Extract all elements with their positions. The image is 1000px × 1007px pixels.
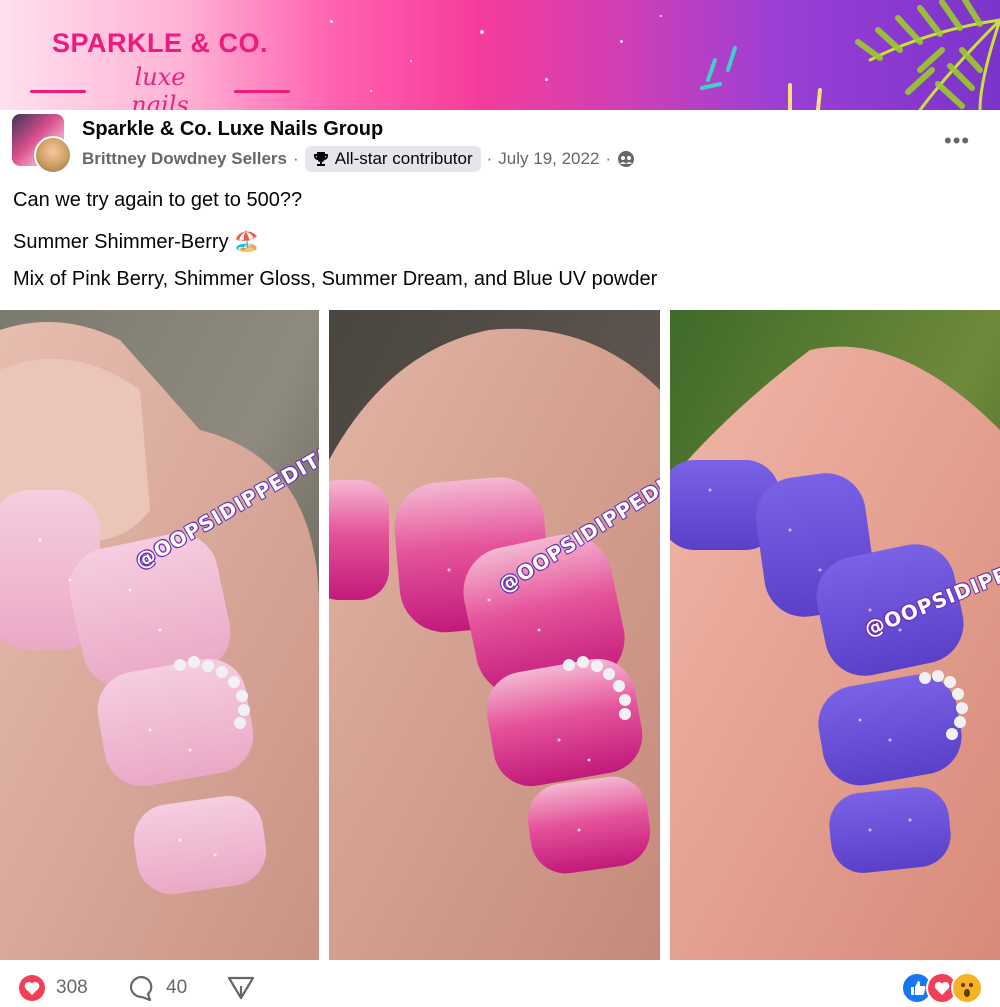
brand-subtitle: luxe nails (131, 63, 189, 110)
sparkle-dot (660, 15, 662, 17)
wow-reaction-icon[interactable] (951, 972, 983, 1004)
sparkle-dot (620, 40, 623, 43)
contributor-badge[interactable]: All-star contributor (304, 146, 481, 172)
trophy-icon (313, 152, 328, 166)
post-photo-2[interactable]: @OOPSIDIPPEDITAGAIN (329, 310, 660, 960)
badge-label: All-star contributor (334, 149, 473, 168)
author-name-link[interactable]: Brittney Dowdney Sellers (82, 149, 287, 169)
group-cover-banner[interactable]: SPARKLE & CO. luxe nails (0, 0, 1000, 110)
sparkle-dot (330, 20, 333, 23)
sparkle-dot (370, 90, 372, 92)
more-options-button[interactable]: ••• (944, 128, 970, 154)
group-members-icon[interactable] (617, 150, 635, 168)
brand-divider (234, 89, 290, 93)
post-text-line: Mix of Pink Berry, Shimmer Gloss, Summer… (13, 268, 658, 290)
share-icon (227, 976, 255, 1000)
comment-icon (129, 975, 153, 1002)
palm-leaf-decoration (700, 0, 1000, 110)
post-photo-3[interactable]: @OOPSIDIPPEDITAGAIN (670, 310, 1000, 960)
post-date-link[interactable]: July 19, 2022 (498, 149, 599, 169)
heart-icon (19, 975, 45, 1001)
reaction-summary[interactable]: 308 (18, 974, 88, 1002)
brand-title: SPARKLE & CO. (51, 28, 268, 58)
post-avatar[interactable] (12, 114, 72, 174)
share-button[interactable] (226, 974, 256, 1002)
separator-dot: · (605, 149, 612, 168)
user-avatar[interactable] (34, 136, 72, 174)
separator-dot: · (486, 149, 493, 168)
post-photo-1[interactable]: @OOPSIDIPPEDITAGAIN (0, 310, 319, 960)
brand-logo: SPARKLE & CO. luxe nails (30, 28, 290, 110)
brand-divider (30, 89, 86, 93)
sparkle-dot (410, 60, 412, 62)
separator-dot: · (293, 149, 299, 168)
group-name-link[interactable]: Sparkle & Co. Luxe Nails Group (82, 118, 383, 141)
comment-count: 40 (166, 977, 188, 998)
comments-summary[interactable]: 40 (128, 974, 187, 1002)
post-text-line: Can we try again to get to 500?? (13, 189, 303, 211)
post-meta: Brittney Dowdney Sellers · All-star cont… (82, 146, 635, 172)
sparkle-dot (480, 30, 484, 34)
reaction-count: 308 (56, 977, 88, 998)
post-text-line: Summer Shimmer-Berry 🏖️ (13, 231, 260, 253)
sparkle-dot (545, 78, 548, 81)
